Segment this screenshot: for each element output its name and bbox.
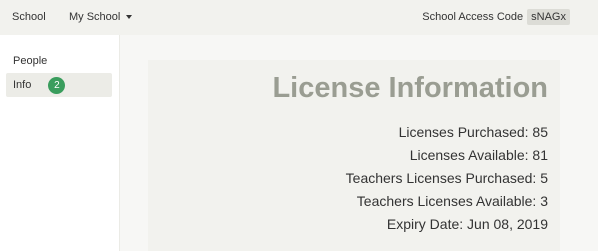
access-code-group: School Access Code sNAGx [422,9,570,25]
sidebar-item-label: Info [13,79,32,91]
licenses-purchased: Licenses Purchased: 85 [398,124,548,140]
count-badge: 2 [48,76,66,94]
sidebar-item-people[interactable]: People [6,49,112,73]
access-code-label: School Access Code [422,11,524,23]
licenses-available: Licenses Available: 81 [409,147,548,163]
teachers-licenses-available: Teachers Licenses Available: 3 [356,193,548,209]
my-school-dropdown-label: My School [69,11,121,23]
top-navbar: School My School School Access Code sNAG… [0,0,598,35]
teachers-licenses-purchased: Teachers Licenses Purchased: 5 [345,170,548,186]
main-content: License Information Licenses Purchased: … [120,35,598,251]
page-title: License Information [272,72,548,104]
nav-school-link[interactable]: School [12,11,46,23]
my-school-dropdown[interactable]: My School [69,11,133,23]
license-card: License Information Licenses Purchased: … [148,60,560,251]
sidebar-item-label: People [13,55,48,67]
sidebar-item-info[interactable]: Info 2 [6,73,112,97]
expiry-date: Expiry Date: Jun 08, 2019 [386,216,548,232]
caret-down-icon [126,15,133,19]
sidebar: People Info 2 [0,35,120,251]
access-code-badge: sNAGx [527,9,570,25]
